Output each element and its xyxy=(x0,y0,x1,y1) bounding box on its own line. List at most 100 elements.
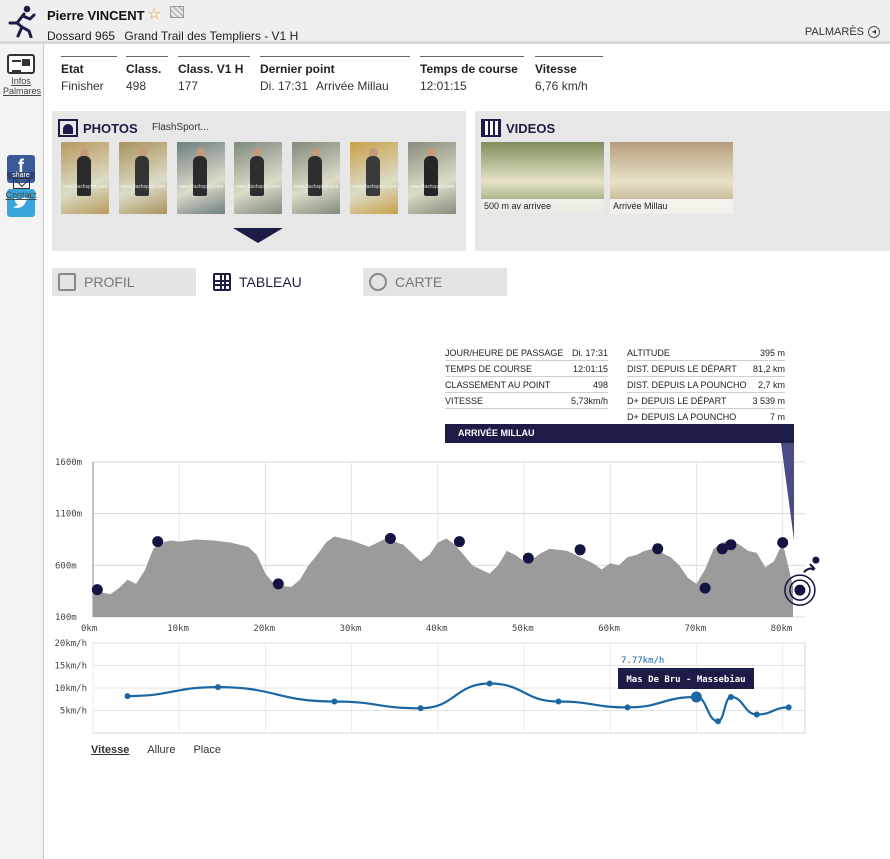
speed-tooltip-label: Mas De Bru - Massebiau xyxy=(626,674,745,685)
runner-figure xyxy=(135,156,149,196)
stat-label: Class. V1 H xyxy=(178,62,244,76)
info-label: VITESSE xyxy=(445,395,484,406)
stat-label: Etat xyxy=(61,62,84,76)
stat-value: 6,76 km/h xyxy=(535,79,588,93)
elevation-x-tick: 20km xyxy=(253,624,275,634)
stat-label: Class. xyxy=(126,62,162,76)
videos-title: VIDEOS xyxy=(481,119,555,137)
info-label: ALTITUDE xyxy=(627,347,670,358)
elevation-x-tick: 40km xyxy=(426,624,448,634)
tab-label: PROFIL xyxy=(84,274,135,290)
favorite-star-icon[interactable]: ☆ xyxy=(147,4,161,24)
speed-series-line xyxy=(127,682,789,723)
info-label: DIST. DEPUIS LA POUNCHO xyxy=(627,379,747,390)
photos-title: PHOTOS xyxy=(58,119,138,137)
last-point-time: Di. 17:31 xyxy=(260,79,309,93)
finish-ring xyxy=(789,579,811,601)
stat-value: Di. 17:31 Arrivée Millau xyxy=(260,79,410,93)
tab-place[interactable]: Place xyxy=(193,744,221,756)
elevation-x-tick: 10km xyxy=(167,624,189,634)
race-info: Dossard 965 Grand Trail des Templiers - … xyxy=(47,29,298,43)
info-label: D+ DEPUIS LE DÉPART xyxy=(627,395,727,406)
checkpoint-marker xyxy=(716,543,728,555)
photo-thumbnail[interactable]: www.flashsport.com xyxy=(177,142,225,214)
expand-arrow-icon[interactable] xyxy=(233,228,283,243)
stat-dernier-point: Dernier point Di. 17:31 Arrivée Millau xyxy=(260,56,410,93)
info-row: D+ DEPUIS LE DÉPART 3 539 m xyxy=(627,393,785,409)
photos-title-label: PHOTOS xyxy=(83,120,138,136)
speed-y-tick: 5km/h xyxy=(60,707,87,717)
race-name: Grand Trail des Templiers - V1 H xyxy=(124,29,299,43)
tab-profil[interactable]: PROFIL xyxy=(52,268,196,296)
photo-watermark: www.flashsport.com xyxy=(236,184,281,190)
tab-carte[interactable]: CARTE xyxy=(363,268,507,296)
photo-watermark: www.flashsport.com xyxy=(121,184,166,190)
photo-thumbnail[interactable]: www.flashsport.com xyxy=(61,142,109,214)
photo-icon xyxy=(58,119,78,137)
checkpoint-pointer xyxy=(781,443,794,540)
info-value: 2,7 km xyxy=(757,379,785,390)
checkpoint-marker xyxy=(574,544,586,556)
checkpoint-marker xyxy=(152,536,164,548)
info-value: 498 xyxy=(592,379,608,390)
stat-class-v1h: Class. V1 H 177 xyxy=(178,56,250,93)
videos-title-label: VIDEOS xyxy=(506,120,556,136)
id-card-icon xyxy=(7,54,35,74)
elevation-x-tick: 30km xyxy=(340,624,362,634)
checkpoint-marker xyxy=(699,582,711,594)
info-row: CLASSEMENT AU POINT 498 xyxy=(445,377,608,393)
stat-temps: Temps de course 12:01:15 xyxy=(420,56,524,93)
photo-thumbnail[interactable]: www.flashsport.com xyxy=(292,142,340,214)
bib-number: Dossard 965 xyxy=(47,29,116,43)
tab-allure[interactable]: Allure xyxy=(147,744,175,756)
photo-thumbnail[interactable]: www.flashsport.com xyxy=(408,142,456,214)
speed-point xyxy=(715,718,721,725)
info-row: VITESSE 5,73km/h xyxy=(445,393,608,409)
info-label: TEMPS DE COURSE xyxy=(445,363,533,374)
checkpoint-marker xyxy=(794,584,806,596)
video-caption: Arrivée Millau xyxy=(610,199,733,214)
photo-thumbnail[interactable]: www.flashsport.com xyxy=(119,142,167,214)
photo-thumbnail[interactable]: www.flashsport.com xyxy=(234,142,282,214)
stat-class: Class. 498 xyxy=(126,56,168,93)
stat-value: 498 xyxy=(126,79,147,93)
info-row: DIST. DEPUIS LE DÉPART 81,2 km xyxy=(627,361,785,377)
elevation-y-tick: 100m xyxy=(55,613,77,623)
palmares-link[interactable]: PALMARÈS ◂ xyxy=(805,26,880,38)
finish-flag-icon[interactable] xyxy=(170,6,184,18)
elevation-x-tick: 80km xyxy=(771,624,793,634)
palmares-sidebar-label: Palmares xyxy=(3,86,42,96)
sidebar-item-infos[interactable]: Infos Palmares xyxy=(3,54,42,96)
elevation-y-tick: 1600m xyxy=(55,458,82,468)
checkpoint-marker xyxy=(272,578,284,590)
stat-label: Vitesse xyxy=(535,62,577,76)
speed-metric-tabs: Vitesse Allure Place xyxy=(91,744,221,756)
runner-figure xyxy=(77,156,91,196)
video-thumbnail[interactable]: Arrivée Millau xyxy=(610,142,733,214)
speed-y-tick: 10km/h xyxy=(54,684,87,694)
sidebar-item-contact[interactable]: Contact xyxy=(3,178,39,200)
tab-vitesse[interactable]: Vitesse xyxy=(91,744,129,756)
speed-point xyxy=(555,698,562,705)
checkpoint-marker xyxy=(384,533,396,544)
speed-point xyxy=(331,698,338,705)
finish-runner-head xyxy=(812,556,820,564)
speed-point xyxy=(727,694,734,700)
speed-point xyxy=(417,705,424,712)
runner-figure xyxy=(193,156,207,196)
info-label: CLASSEMENT AU POINT xyxy=(445,379,551,390)
checkpoint-marker xyxy=(652,543,664,555)
photo-watermark: www.flashsport.com xyxy=(352,184,397,190)
runner-figure xyxy=(366,156,380,196)
speed-y-tick: 15km/h xyxy=(54,662,87,672)
video-caption: 500 m av arrivee xyxy=(481,199,604,214)
video-thumbnail[interactable]: 500 m av arrivee xyxy=(481,142,604,214)
speed-point xyxy=(753,711,760,718)
info-row: D+ DEPUIS LA POUNCHO 7 m xyxy=(627,409,785,425)
speed-tooltip-box xyxy=(618,668,754,689)
checkpoint-marker xyxy=(522,552,534,564)
photo-thumbnail[interactable]: www.flashsport.com xyxy=(350,142,398,214)
finish-runner-icon xyxy=(803,563,816,573)
photo-provider[interactable]: FlashSport... xyxy=(152,122,209,133)
tab-tableau[interactable]: TABLEAU xyxy=(207,268,351,296)
